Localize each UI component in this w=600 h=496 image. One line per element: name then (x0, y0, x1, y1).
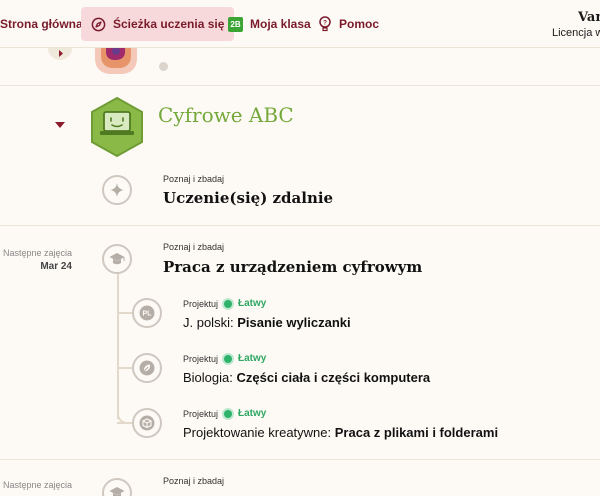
svg-text:?: ? (323, 19, 327, 26)
lesson-node (102, 175, 132, 205)
project-level: Łatwy (238, 298, 267, 309)
license-label: Licencja w (552, 27, 600, 39)
lesson-kicker: Poznaj i zbadaj (163, 174, 225, 184)
project-meta: Projektuj Łatwy (183, 298, 266, 309)
lesson-divider (0, 225, 600, 226)
lesson-title[interactable]: Praca z urządzeniem cyfrowym (163, 258, 422, 276)
project-subject: J. polski: (183, 315, 234, 330)
project-kicker: Projektuj (183, 298, 219, 309)
next-class-date: Mar 24 (40, 261, 72, 272)
level-dot-icon (224, 409, 233, 418)
project-node (132, 408, 162, 438)
lesson-kicker: Poznaj i zbadaj (163, 476, 225, 486)
compass-icon (91, 17, 106, 32)
lightbulb-icon: ? (318, 16, 332, 32)
progress-dot (159, 62, 168, 71)
box-icon (139, 415, 155, 431)
lesson-node (102, 478, 132, 496)
play-icon (59, 50, 63, 57)
project-node: PL (132, 298, 162, 328)
nav-help-label: Pomoc (339, 17, 380, 31)
section-hexagon-icon (91, 96, 143, 158)
project-link[interactable]: Projektowanie kreatywne: Praca z plikami… (183, 425, 498, 440)
user-name: Van (578, 10, 600, 25)
nav-learning-path[interactable]: Ścieżka uczenia się (81, 7, 235, 41)
sparkle-icon (110, 183, 124, 197)
nav-my-class[interactable]: 2B Moja klasa (228, 7, 311, 41)
next-class-label: Następne zajęcia (2, 480, 72, 490)
project-link[interactable]: J. polski: Pisanie wyliczanki (183, 315, 351, 330)
project-kicker: Projektuj (183, 353, 219, 364)
timeline-line (117, 274, 119, 419)
svg-text:PL: PL (143, 311, 153, 318)
lesson-divider (0, 459, 600, 460)
lesson-kicker: Poznaj i zbadaj (163, 242, 225, 252)
level-dot-icon (224, 354, 233, 363)
nav-home-label: Strona główna (0, 17, 83, 31)
section-divider (0, 85, 600, 86)
project-meta: Projektuj Łatwy (183, 353, 266, 364)
pl-icon: PL (139, 305, 155, 321)
chevron-down-icon[interactable] (55, 122, 65, 128)
project-level: Łatwy (238, 408, 267, 419)
nav-home[interactable]: Strona główna (0, 7, 83, 41)
nav-my-class-label: Moja klasa (250, 17, 311, 31)
project-level: Łatwy (238, 353, 267, 364)
graduation-cap-icon (109, 487, 125, 496)
nav-help[interactable]: ? Pomoc (318, 7, 379, 41)
project-link[interactable]: Biologia: Części ciała i części komputer… (183, 370, 430, 385)
collapse-toggle[interactable] (48, 48, 72, 60)
lesson-node (102, 244, 132, 274)
level-dot-icon (224, 299, 233, 308)
project-name: Pisanie wyliczanki (237, 315, 351, 330)
project-kicker: Projektuj (183, 408, 219, 419)
project-meta: Projektuj Łatwy (183, 408, 266, 419)
project-subject: Projektowanie kreatywne: (183, 425, 332, 440)
2b-badge-icon: 2B (228, 16, 243, 32)
project-node (132, 353, 162, 383)
project-name: Części ciała i części komputera (236, 370, 431, 385)
nav-learning-path-label: Ścieżka uczenia się (113, 17, 225, 31)
next-class-label: Następne zajęcia (2, 248, 72, 258)
previous-section-badge (95, 48, 137, 74)
leaf-icon (139, 360, 155, 376)
graduation-cap-icon (109, 253, 125, 265)
project-subject: Biologia: (183, 370, 233, 385)
lesson-title[interactable]: Uczenie(się) zdalnie (163, 189, 333, 207)
top-navigation: Strona główna Ścieżka uczenia się 2B Moj… (0, 0, 600, 48)
previous-section (0, 48, 600, 85)
section-title: Cyfrowe ABC (158, 103, 294, 127)
project-name: Praca z plikami i folderami (334, 425, 499, 440)
